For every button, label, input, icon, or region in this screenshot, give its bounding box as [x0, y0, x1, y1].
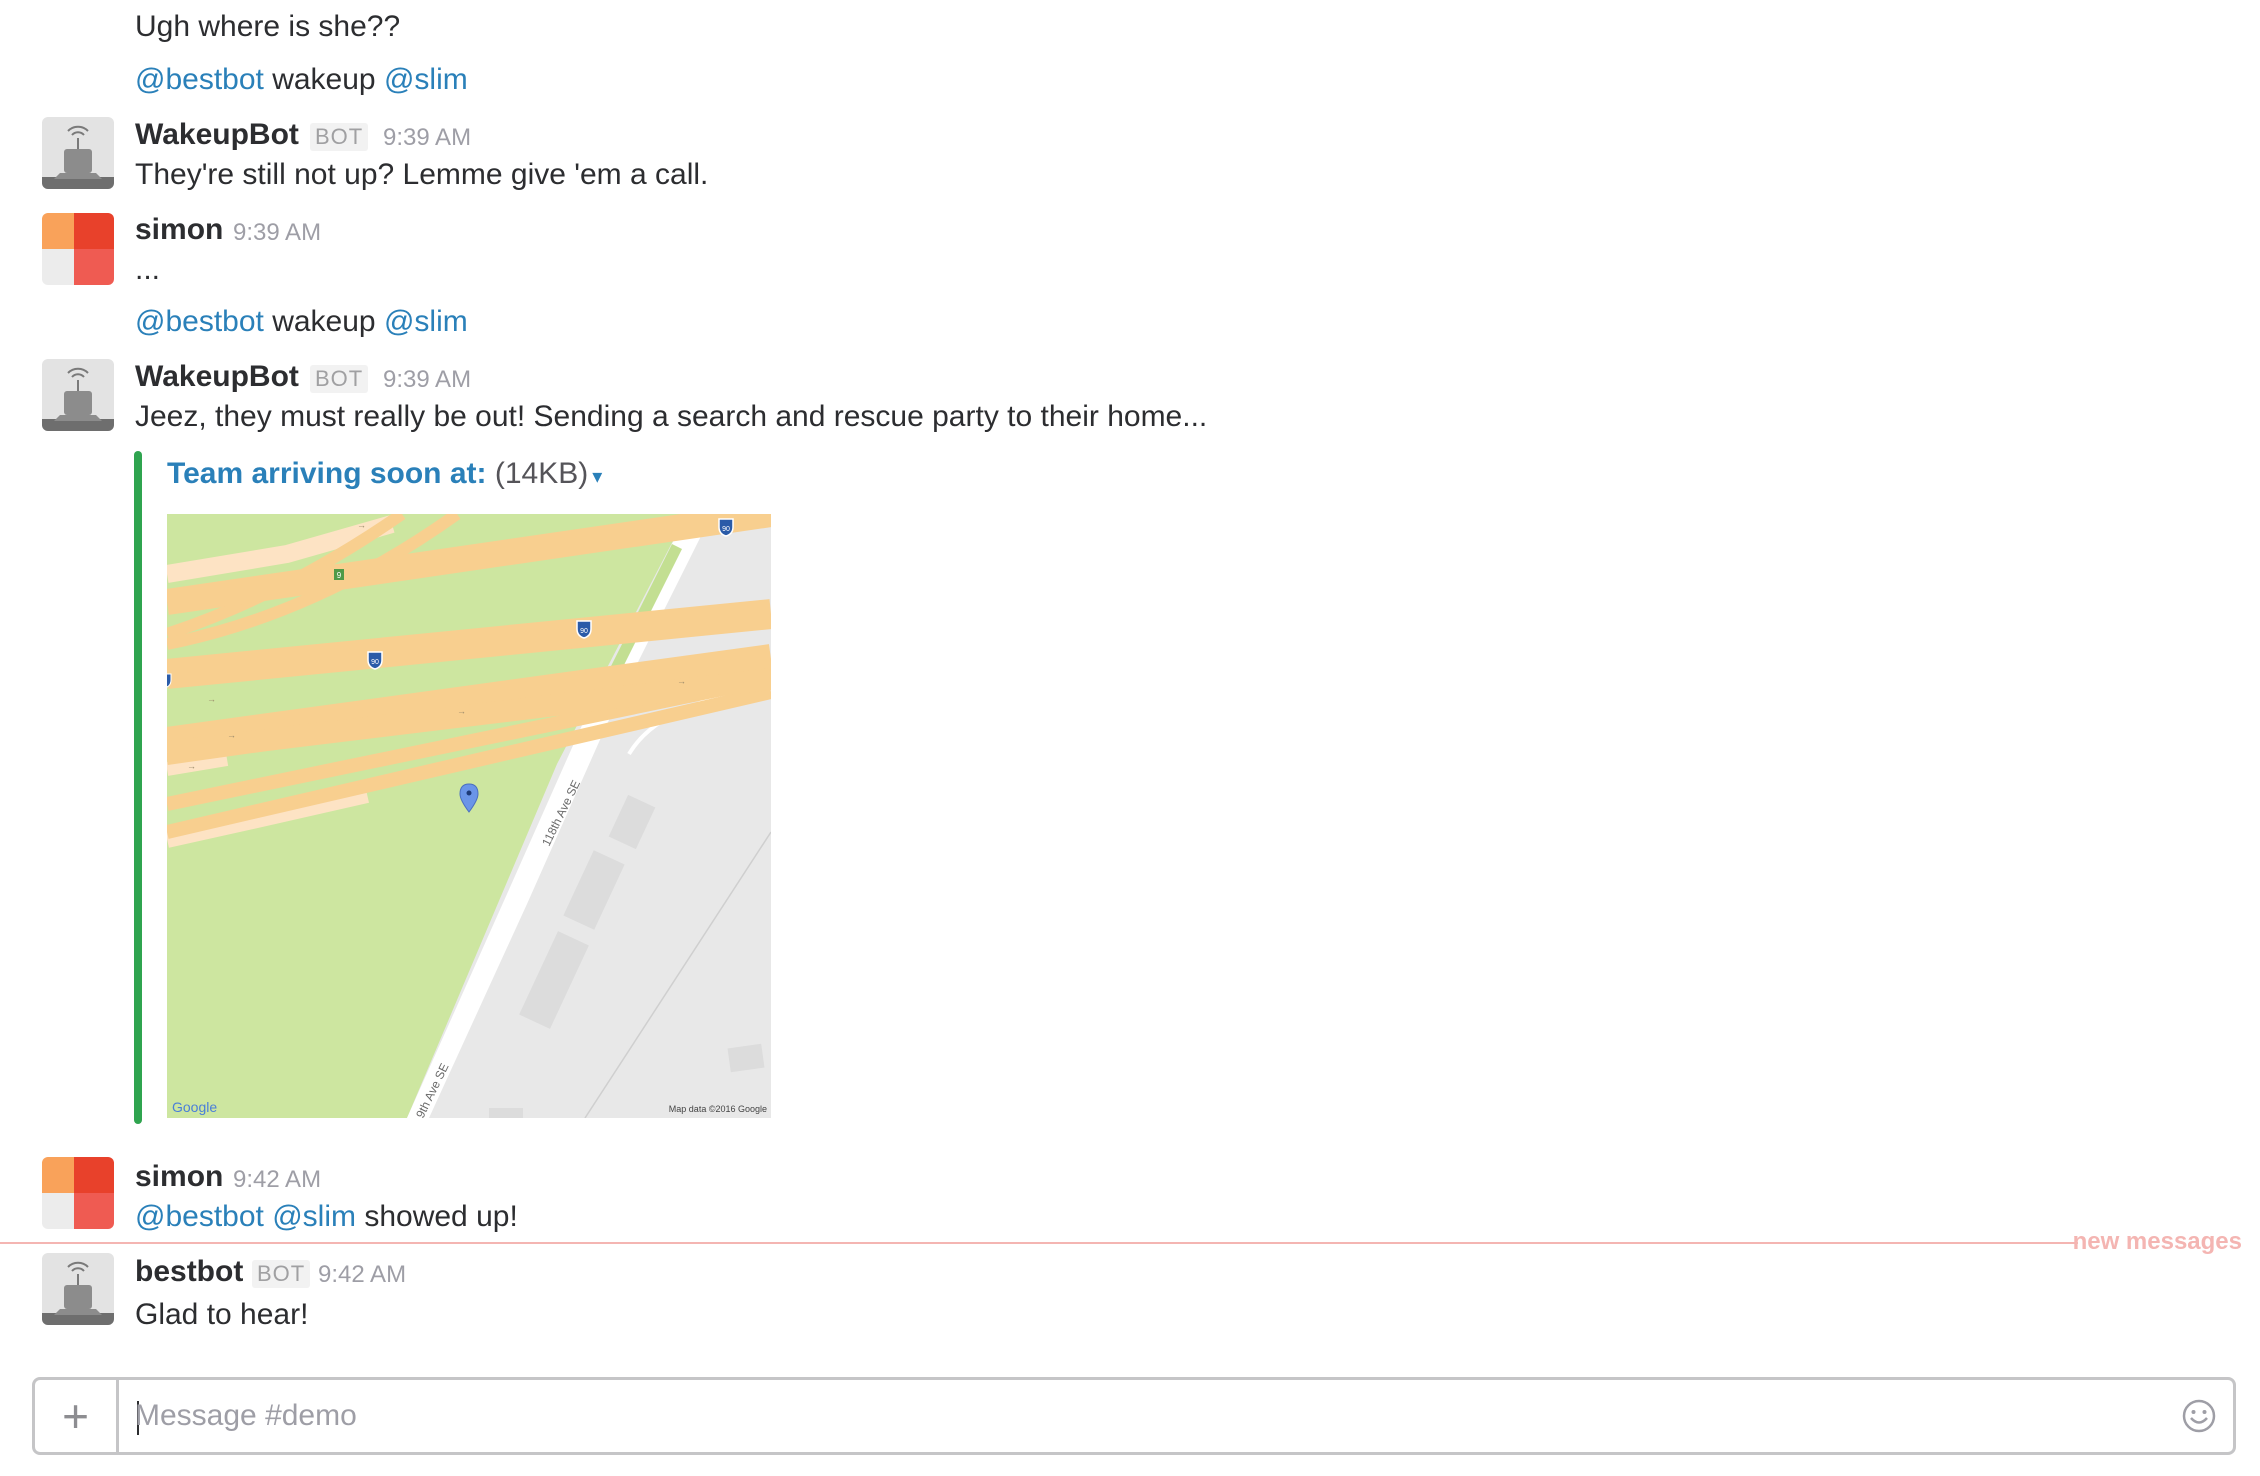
message-text: ... — [135, 253, 161, 286]
orange-red-squares-avatar — [42, 1157, 114, 1229]
attachment-title: Team arriving soon at: (14KB) ▾ — [167, 457, 602, 491]
add-attachment-button[interactable]: + — [35, 1380, 119, 1452]
message-text: Glad to hear! — [135, 1298, 309, 1331]
svg-text:→: → — [677, 676, 686, 686]
message-text: They're still not up? Lemme give 'em a c… — [135, 158, 709, 191]
mention-link[interactable]: @bestbot — [135, 63, 264, 96]
svg-text:→: → — [227, 730, 236, 740]
shield-label: 90 — [580, 628, 588, 635]
sender-name[interactable]: bestbot — [135, 1255, 243, 1289]
message-pane: Ugh where is she?? @bestbot wakeup @slim… — [0, 0, 2260, 1476]
smiley-face-icon[interactable] — [2181, 1398, 2217, 1434]
attachment-title-link[interactable]: Team arriving soon at: — [167, 457, 487, 490]
robot-antenna-icon — [42, 1253, 114, 1325]
message-text: @bestbot wakeup @slim — [135, 63, 468, 97]
timestamp[interactable]: 9:42 AM — [233, 1166, 321, 1194]
mention-link[interactable]: @slim — [272, 1200, 356, 1233]
robot-antenna-icon — [42, 117, 114, 189]
mention-link[interactable]: @slim — [384, 305, 468, 338]
svg-text:→: → — [457, 706, 466, 716]
sender-name[interactable]: WakeupBot — [135, 360, 299, 394]
message-composer: + — [32, 1377, 2236, 1455]
message-text: Ugh where is she?? — [135, 10, 401, 43]
bot-badge: BOT — [310, 123, 369, 151]
map-copyright: Map data ©2016 Google — [669, 1104, 767, 1114]
message-word: wakeup — [263, 305, 384, 338]
message-input[interactable] — [135, 1380, 2153, 1452]
svg-text:→: → — [187, 761, 196, 771]
message-text: @bestbot @slim showed up! — [135, 1200, 518, 1234]
mention-link[interactable]: @bestbot — [135, 1200, 264, 1233]
attachment-color-bar — [134, 451, 142, 1124]
sender-name[interactable]: simon — [135, 213, 223, 247]
exit-label: 9 — [337, 571, 342, 580]
svg-text:→: → — [357, 520, 366, 530]
shield-label: 90 — [722, 526, 730, 533]
timestamp[interactable]: 9:39 AM — [383, 124, 471, 152]
google-logo: Google — [172, 1099, 217, 1115]
new-messages-divider — [0, 1242, 2078, 1244]
bot-badge: BOT — [310, 365, 369, 393]
map-image[interactable]: → → → → → → 90 90 90 9 118th Ave SE 9th … — [167, 514, 771, 1118]
orange-red-squares-avatar — [42, 213, 114, 285]
bot-badge: BOT — [252, 1260, 311, 1288]
message-text: @bestbot wakeup @slim — [135, 305, 468, 339]
timestamp[interactable]: 9:39 AM — [383, 366, 471, 394]
sender-name[interactable]: WakeupBot — [135, 118, 299, 152]
mention-link[interactable]: @slim — [384, 63, 468, 96]
new-messages-label: new messages — [2072, 1228, 2242, 1255]
bot-avatar[interactable] — [42, 359, 114, 431]
robot-antenna-icon — [42, 359, 114, 431]
message-word: showed up! — [356, 1200, 518, 1233]
bot-avatar[interactable] — [42, 117, 114, 189]
caret-down-icon[interactable]: ▾ — [592, 466, 602, 488]
message-text: Jeez, they must really be out! Sending a… — [135, 400, 1208, 433]
user-avatar[interactable] — [42, 1157, 114, 1229]
interstate-shield-icon: 90 — [718, 518, 734, 537]
shield-label: 90 — [371, 659, 379, 666]
interstate-shield-icon: 90 — [367, 651, 383, 670]
timestamp[interactable]: 9:39 AM — [233, 219, 321, 247]
message-word: wakeup — [263, 63, 384, 96]
interstate-shield-icon: 90 — [576, 620, 592, 639]
map-graphic: → → → → → → 90 90 90 9 118th Ave SE 9th … — [167, 514, 771, 1118]
svg-text:→: → — [207, 694, 216, 704]
timestamp[interactable]: 9:42 AM — [318, 1261, 406, 1289]
sender-name[interactable]: simon — [135, 1160, 223, 1194]
user-avatar[interactable] — [42, 213, 114, 285]
bot-avatar[interactable] — [42, 1253, 114, 1325]
mention-link[interactable]: @bestbot — [135, 305, 264, 338]
attachment-size: (14KB) — [494, 457, 589, 490]
